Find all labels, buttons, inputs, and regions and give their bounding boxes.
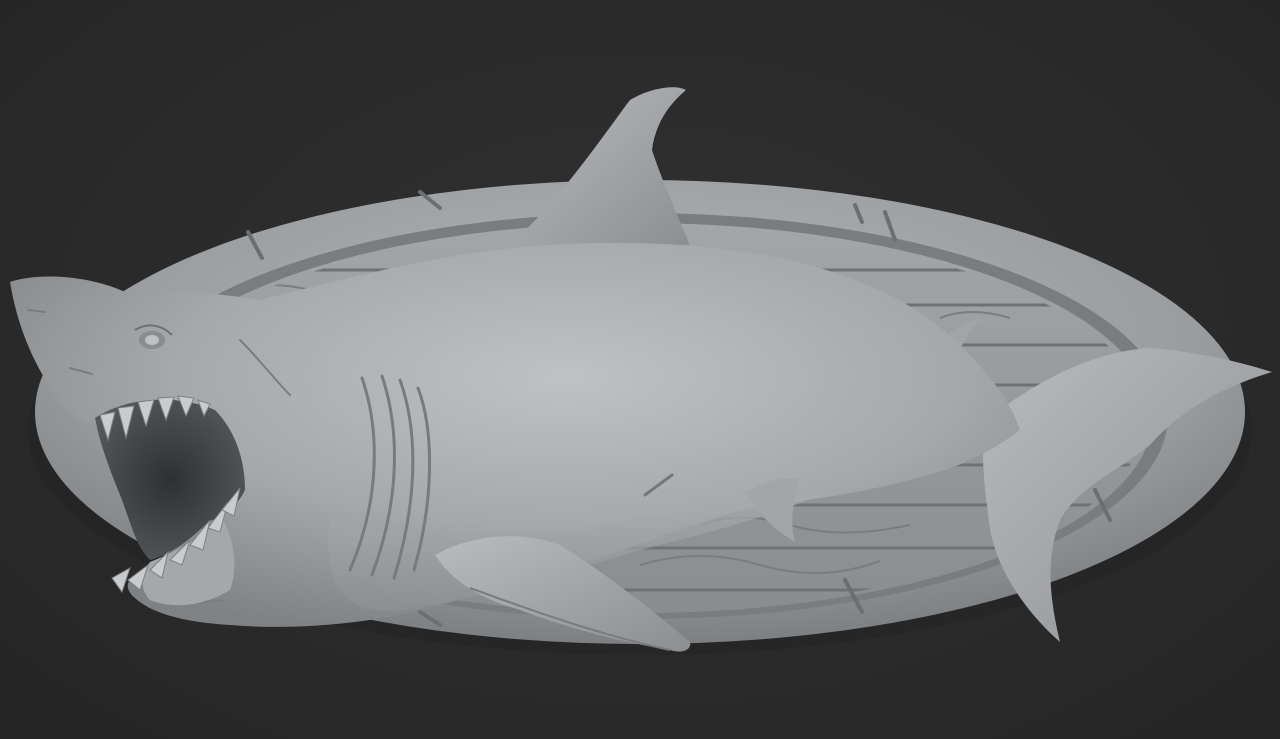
dorsal-fin — [505, 87, 690, 251]
sculpt-viewport[interactable] — [0, 0, 1280, 739]
sculpture-render — [10, 87, 1272, 655]
